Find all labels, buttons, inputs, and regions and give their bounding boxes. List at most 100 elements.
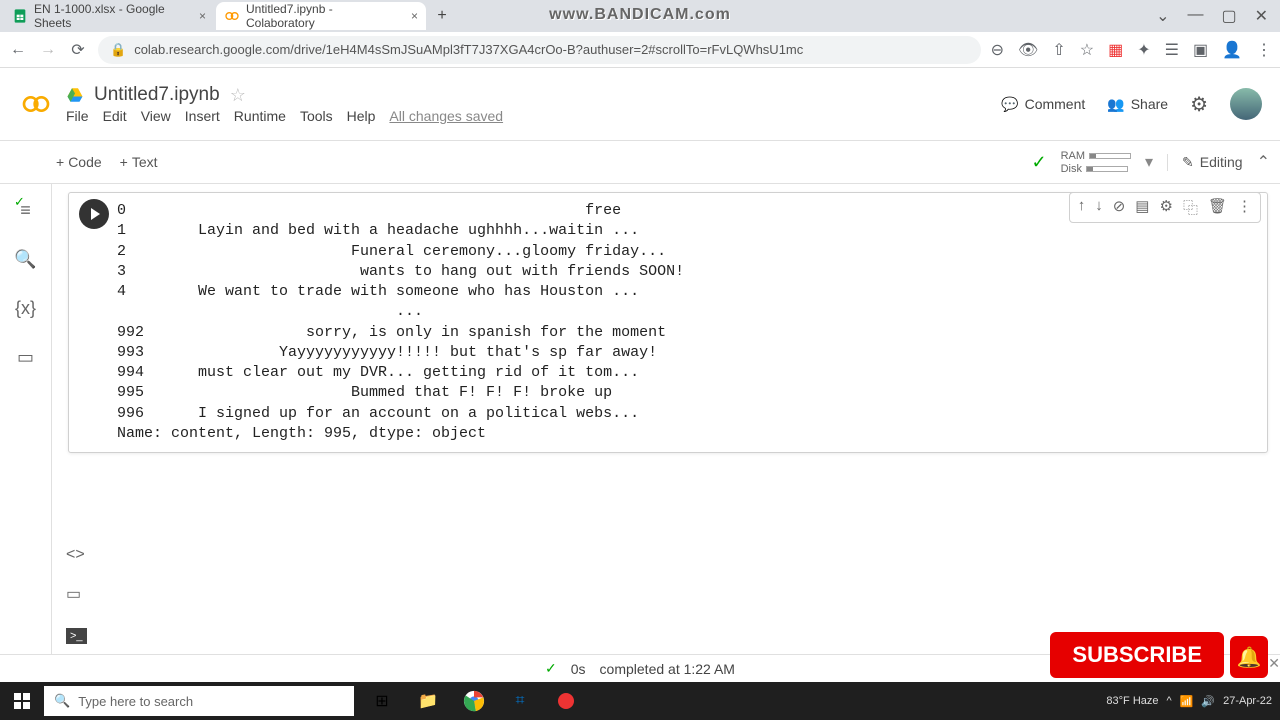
tray-chevron-icon[interactable]: ^: [1167, 695, 1172, 707]
avatar[interactable]: [1230, 88, 1262, 120]
share-icon: 👥: [1107, 96, 1124, 113]
panel-icon[interactable]: ▣: [1193, 40, 1208, 60]
link-icon[interactable]: ⊘: [1113, 197, 1126, 218]
ram-meter: [1089, 153, 1131, 159]
back-icon[interactable]: ←: [8, 40, 28, 60]
menu-insert[interactable]: Insert: [185, 108, 220, 124]
cell-output: 0 free 1 Layin and bed with a headache u…: [117, 201, 1259, 444]
close-icon[interactable]: ×: [411, 9, 418, 23]
exec-msg: completed at 1:22 AM: [600, 661, 735, 677]
close-overlay-icon[interactable]: ✕: [1268, 655, 1280, 672]
add-code-button[interactable]: + Code: [56, 154, 102, 170]
menu-bar: File Edit View Insert Runtime Tools Help…: [66, 108, 503, 124]
wifi-icon[interactable]: 📶: [1180, 695, 1194, 708]
move-up-icon[interactable]: ↑: [1078, 197, 1086, 218]
tab-sheets[interactable]: EN 1-1000.xlsx - Google Sheets ×: [4, 2, 214, 30]
window-controls: ⌄ — ▢ ✕: [1156, 6, 1280, 26]
colab-logo[interactable]: [18, 86, 54, 122]
move-down-icon[interactable]: ↓: [1095, 197, 1103, 218]
pencil-icon: ✎: [1182, 154, 1194, 171]
code-cell[interactable]: ↑ ↓ ⊘ ▤ ⚙ ⿻ 🗑 ⋮ 0 free 1 Layin and bed w…: [68, 192, 1268, 453]
vscode-icon[interactable]: ⌗: [500, 682, 540, 720]
run-cell-button[interactable]: [79, 199, 109, 229]
url-text: colab.research.google.com/drive/1eH4M4sS…: [134, 42, 803, 57]
comment-button[interactable]: 💬 Comment: [1001, 96, 1085, 113]
dropdown-icon[interactable]: ▾: [1145, 152, 1153, 172]
output-icon[interactable]: ▭: [66, 584, 81, 604]
save-status: All changes saved: [389, 108, 503, 124]
mirror-icon[interactable]: ⿻: [1183, 197, 1198, 218]
left-sidebar: ≡ 🔍 {x} ▭: [0, 184, 52, 654]
close-icon[interactable]: ×: [199, 9, 206, 23]
editing-mode-button[interactable]: ✎ Editing: [1167, 154, 1243, 171]
gear-icon[interactable]: ⚙: [1190, 92, 1208, 117]
menu-help[interactable]: Help: [347, 108, 376, 124]
add-text-button[interactable]: + Text: [120, 154, 158, 170]
task-view-icon[interactable]: ⊞: [362, 682, 402, 720]
explorer-icon[interactable]: 📁: [408, 682, 448, 720]
ext-icon[interactable]: ▦: [1108, 40, 1123, 60]
watermark: www.BANDICAM.com: [549, 6, 731, 24]
search-placeholder: Type here to search: [78, 694, 193, 709]
colab-header: Untitled7.ipynb ☆ File Edit View Insert …: [0, 68, 1280, 140]
tab-label: Untitled7.ipynb - Colaboratory: [246, 2, 397, 30]
menu-tools[interactable]: Tools: [300, 108, 333, 124]
gear-icon[interactable]: ⚙: [1159, 197, 1172, 218]
cell-status-check: ✓: [14, 194, 25, 210]
exec-time: 0s: [571, 661, 586, 677]
resource-meter[interactable]: RAM Disk: [1061, 150, 1131, 175]
menu-icon[interactable]: ⋮: [1256, 40, 1272, 60]
bell-icon[interactable]: 🔔: [1230, 636, 1268, 678]
delete-icon[interactable]: 🗑: [1208, 197, 1227, 218]
chrome-icon[interactable]: [454, 682, 494, 720]
taskbar-search[interactable]: 🔍 Type here to search: [44, 686, 354, 716]
notebook-content: ✓ ↑ ↓ ⊘ ▤ ⚙ ⿻ 🗑 ⋮ 0 free 1 Layin and: [52, 184, 1280, 654]
drive-icon: [66, 86, 84, 104]
star-icon[interactable]: ☆: [230, 85, 246, 106]
new-tab-button[interactable]: +: [428, 2, 456, 30]
date[interactable]: 27-Apr-22: [1223, 695, 1272, 707]
share-button[interactable]: 👥 Share: [1107, 96, 1168, 113]
profile-icon[interactable]: 👤: [1222, 40, 1242, 60]
tab-colab[interactable]: Untitled7.ipynb - Colaboratory ×: [216, 2, 426, 30]
weather[interactable]: 83°F Haze: [1106, 695, 1158, 707]
variables-icon[interactable]: {x}: [15, 298, 36, 319]
chevron-down-icon[interactable]: ⌄: [1156, 6, 1169, 26]
share-icon[interactable]: ⇧: [1052, 40, 1065, 60]
check-icon: ✓: [1031, 152, 1046, 173]
terminal-icon[interactable]: >_: [66, 628, 87, 644]
search-icon: 🔍: [54, 693, 70, 709]
record-icon[interactable]: [546, 682, 586, 720]
forward-icon[interactable]: →: [38, 40, 58, 60]
menu-view[interactable]: View: [141, 108, 171, 124]
eye-icon[interactable]: 👁: [1018, 40, 1038, 60]
more-icon[interactable]: ⋮: [1237, 197, 1252, 218]
puzzle-icon[interactable]: ✦: [1137, 40, 1150, 60]
notebook-title[interactable]: Untitled7.ipynb: [94, 84, 220, 106]
star-icon[interactable]: ☆: [1080, 40, 1094, 60]
menu-runtime[interactable]: Runtime: [234, 108, 286, 124]
list-icon[interactable]: ☰: [1165, 40, 1179, 60]
volume-icon[interactable]: 🔊: [1201, 695, 1215, 708]
menu-file[interactable]: File: [66, 108, 89, 124]
code-icon[interactable]: <>: [66, 546, 85, 564]
cell-toolbar: ↑ ↓ ⊘ ▤ ⚙ ⿻ 🗑 ⋮: [1069, 192, 1261, 223]
windows-taskbar: 🔍 Type here to search ⊞ 📁 ⌗ 83°F Haze ^ …: [0, 682, 1280, 720]
folder-icon[interactable]: ▭: [17, 347, 34, 368]
sheets-icon: [12, 8, 28, 24]
menu-edit[interactable]: Edit: [103, 108, 127, 124]
subscribe-button[interactable]: SUBSCRIBE: [1050, 632, 1224, 678]
start-button[interactable]: [0, 682, 44, 720]
close-window-icon[interactable]: ✕: [1255, 6, 1268, 26]
main-area: ≡ 🔍 {x} ▭ ✓ ↑ ↓ ⊘ ▤ ⚙ ⿻ 🗑 ⋮ 0: [0, 184, 1280, 654]
collapse-icon[interactable]: ⌃: [1257, 152, 1270, 172]
browser-tab-strip: EN 1-1000.xlsx - Google Sheets × Untitle…: [0, 0, 1280, 32]
minimize-icon[interactable]: —: [1187, 6, 1203, 26]
url-input[interactable]: 🔒 colab.research.google.com/drive/1eH4M4…: [98, 36, 981, 64]
search-icon[interactable]: 🔍: [14, 249, 36, 270]
zoom-icon[interactable]: ⊖: [991, 40, 1004, 60]
maximize-icon[interactable]: ▢: [1221, 6, 1236, 26]
reload-icon[interactable]: ⟳: [68, 40, 88, 60]
comment-cell-icon[interactable]: ▤: [1135, 197, 1149, 218]
tab-label: EN 1-1000.xlsx - Google Sheets: [34, 2, 185, 30]
